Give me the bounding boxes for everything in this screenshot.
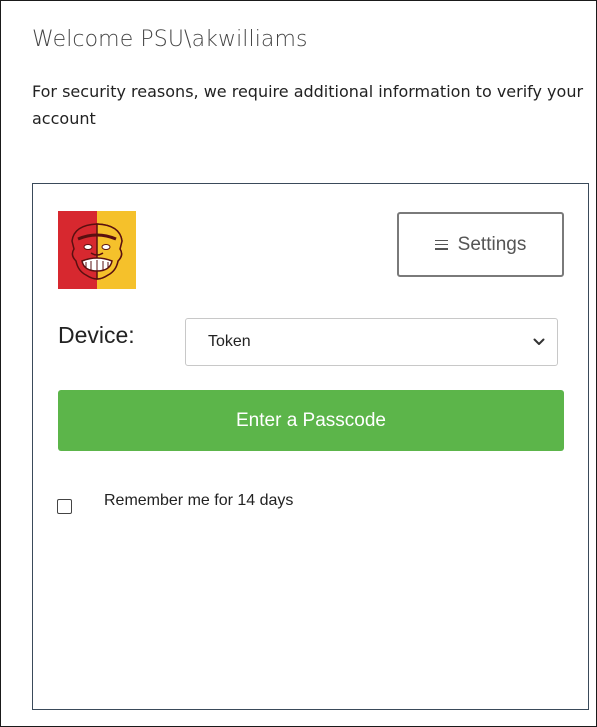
gorilla-mascot-logo-icon	[58, 211, 136, 289]
settings-label: Settings	[457, 233, 527, 255]
device-select[interactable]: Token	[185, 318, 558, 366]
welcome-heading: Welcome PSU\akwilliams	[32, 27, 308, 52]
university-logo	[58, 211, 136, 289]
hamburger-icon	[434, 239, 448, 250]
chevron-down-icon	[533, 338, 545, 345]
device-selected-value: Token	[208, 333, 251, 350]
security-notice: For security reasons, we require additio…	[32, 82, 584, 128]
remember-me-label[interactable]: Remember me for 14 days	[104, 492, 293, 510]
settings-button[interactable]: Settings	[397, 212, 564, 277]
enter-passcode-button[interactable]: Enter a Passcode	[58, 390, 564, 451]
remember-me-checkbox[interactable]	[57, 499, 72, 514]
duo-prompt-frame: Settings Device: Token Enter a Passcode …	[32, 183, 589, 710]
mfa-page: Welcome PSU\akwilliams For security reas…	[0, 0, 597, 727]
device-label: Device:	[58, 322, 135, 348]
remember-me-row: Remember me for 14 days	[57, 492, 293, 514]
